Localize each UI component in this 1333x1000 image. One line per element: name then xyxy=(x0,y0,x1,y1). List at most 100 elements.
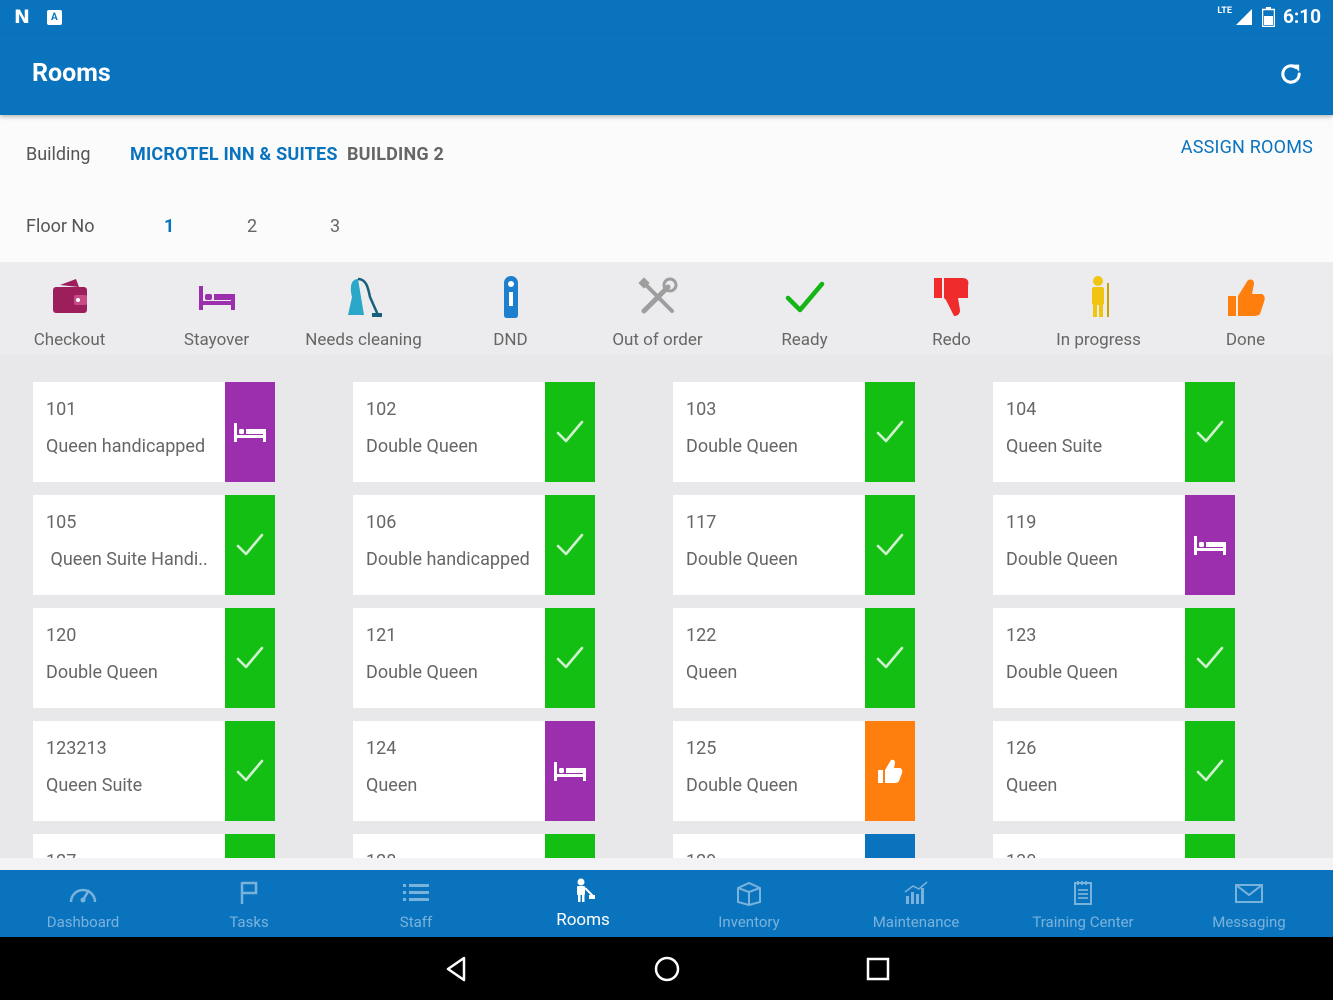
room-card[interactable]: 130 xyxy=(993,834,1235,858)
page-title: Rooms xyxy=(32,59,111,88)
status-badge-ready[interactable] xyxy=(225,608,275,708)
status-badge-ready[interactable] xyxy=(1185,721,1235,821)
room-type: Double Queen xyxy=(686,775,798,796)
room-number: 120 xyxy=(46,625,77,646)
legend-label: Out of order xyxy=(612,330,703,350)
status-badge-ready[interactable] xyxy=(225,495,275,595)
status-badge-dnd[interactable] xyxy=(865,834,915,858)
room-card[interactable]: 104 Queen Suite xyxy=(993,382,1235,482)
room-type: Queen Suite xyxy=(46,775,143,796)
legend-label: Done xyxy=(1225,330,1266,350)
nav-training-center[interactable]: Training Center xyxy=(1000,870,1166,937)
status-badge-ready[interactable] xyxy=(1185,834,1235,858)
home-icon[interactable] xyxy=(652,954,682,984)
nav-messaging[interactable]: Messaging xyxy=(1166,870,1332,937)
room-card[interactable]: 101 Queen handicapped xyxy=(33,382,275,482)
legend-item-done: Done xyxy=(1172,262,1319,355)
room-card[interactable]: 102 Double Queen xyxy=(353,382,595,482)
nav-label: Inventory xyxy=(718,913,780,931)
status-badge-ready[interactable] xyxy=(865,382,915,482)
room-card[interactable]: 121 Double Queen xyxy=(353,608,595,708)
bed-icon xyxy=(553,760,587,782)
refresh-icon[interactable] xyxy=(1277,60,1305,88)
nav-label: Rooms xyxy=(556,910,610,930)
room-type: Queen xyxy=(366,775,418,796)
wallet-icon xyxy=(48,275,92,319)
signal-icon xyxy=(1235,8,1252,25)
room-card[interactable]: 120 Double Queen xyxy=(33,608,275,708)
status-badge-ready[interactable] xyxy=(1185,382,1235,482)
room-card[interactable]: 125 Double Queen xyxy=(673,721,915,821)
legend-label: DND xyxy=(493,330,528,350)
room-card[interactable]: 123213 Queen Suite xyxy=(33,721,275,821)
room-number: 125 xyxy=(686,738,717,759)
legend-item-in-progress: In progress xyxy=(1025,262,1172,355)
floor-tab-2[interactable]: 2 xyxy=(247,216,257,237)
app-bar: Rooms xyxy=(0,34,1333,115)
room-number: 101 xyxy=(46,399,77,420)
room-card[interactable]: 103 Double Queen xyxy=(673,382,915,482)
status-badge-ready[interactable] xyxy=(1185,608,1235,708)
legend-item-dnd: DND xyxy=(437,262,584,355)
nav-label: Maintenance xyxy=(872,913,960,931)
room-card[interactable]: 122 Queen xyxy=(673,608,915,708)
door-hanger-icon xyxy=(489,275,533,319)
room-number: 123213 xyxy=(46,738,107,759)
room-number: 128 xyxy=(366,851,396,858)
status-badge-ready[interactable] xyxy=(545,495,595,595)
legend-label: Needs cleaning xyxy=(305,330,422,350)
legend-item-needs-cleaning: Needs cleaning xyxy=(290,262,437,355)
status-badge-ready[interactable] xyxy=(225,834,275,858)
room-card[interactable]: 128 xyxy=(353,834,595,858)
room-card[interactable]: 126 Queen xyxy=(993,721,1235,821)
room-card[interactable]: 124 Queen xyxy=(353,721,595,821)
status-badge-stayover[interactable] xyxy=(545,721,595,821)
building-tab-microtel[interactable]: MICROTEL INN & SUITES xyxy=(130,144,338,165)
nav-tasks[interactable]: Tasks xyxy=(166,870,332,937)
status-badge-ready[interactable] xyxy=(545,608,595,708)
status-badge-ready[interactable] xyxy=(865,608,915,708)
check-icon xyxy=(1195,643,1225,673)
room-card[interactable]: 117 Double Queen xyxy=(673,495,915,595)
floor-tab-3[interactable]: 3 xyxy=(330,216,340,237)
floor-tab-1[interactable]: 1 xyxy=(164,216,174,237)
room-card[interactable]: 119 Double Queen xyxy=(993,495,1235,595)
status-bar: N A LTE 6:10 xyxy=(0,0,1333,34)
check-icon xyxy=(235,530,265,560)
room-card[interactable]: 127 xyxy=(33,834,275,858)
status-badge-done[interactable] xyxy=(865,721,915,821)
cleaner-icon xyxy=(1077,275,1121,319)
room-card[interactable]: 123 Double Queen xyxy=(993,608,1235,708)
status-badge-stayover[interactable] xyxy=(225,382,275,482)
building-tab-building-2[interactable]: BUILDING 2 xyxy=(347,144,444,165)
thumbs-up-icon xyxy=(1224,275,1268,319)
nav-maintenance[interactable]: Maintenance xyxy=(833,870,999,937)
room-type: Queen handicapped xyxy=(46,436,206,457)
room-number: 122 xyxy=(686,625,717,646)
back-icon[interactable] xyxy=(441,954,471,984)
check-icon xyxy=(875,417,905,447)
assign-rooms-button[interactable]: ASSIGN ROOMS xyxy=(1181,137,1313,158)
nav-dashboard[interactable]: Dashboard xyxy=(0,870,166,937)
room-type: Double Queen xyxy=(1006,662,1118,683)
recents-icon[interactable] xyxy=(863,954,893,984)
notification-icons: N A xyxy=(14,6,62,28)
nav-rooms[interactable]: Rooms xyxy=(500,870,666,937)
check-icon xyxy=(875,530,905,560)
tools-icon xyxy=(636,275,680,319)
status-badge-ready[interactable] xyxy=(225,721,275,821)
room-card[interactable]: 106 Double handicapped xyxy=(353,495,595,595)
room-grid: 101 Queen handicapped 102 Double Queen 103 Do… xyxy=(0,355,1333,858)
legend-label: Stayover xyxy=(183,330,250,350)
nav-inventory[interactable]: Inventory xyxy=(666,870,832,937)
room-card[interactable]: 129 xyxy=(673,834,915,858)
status-badge-ready[interactable] xyxy=(545,382,595,482)
legend-item-checkout: Checkout xyxy=(0,262,143,355)
legend-label: Ready xyxy=(781,330,828,350)
bed-icon xyxy=(1193,534,1227,556)
status-badge-stayover[interactable] xyxy=(1185,495,1235,595)
status-badge-ready[interactable] xyxy=(865,495,915,595)
status-badge-ready[interactable] xyxy=(545,834,595,858)
room-card[interactable]: 105 Queen Suite Handi.. xyxy=(33,495,275,595)
nav-staff[interactable]: Staff xyxy=(333,870,499,937)
